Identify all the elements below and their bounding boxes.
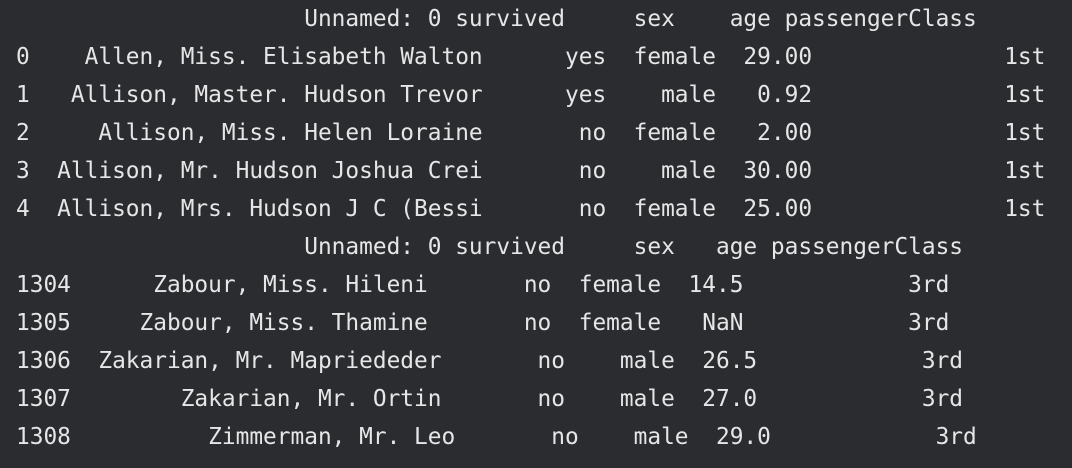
terminal-output: Unnamed: 0 survived sex age passengerCla…: [0, 0, 1072, 468]
dataframe-head-output: Unnamed: 0 survived sex age passengerCla…: [16, 0, 1045, 228]
dataframe-row: 1307 Zakarian, Mr. Ortin no male 27.0 3r…: [16, 386, 964, 412]
dataframe-row: 4 Allison, Mrs. Hudson J C (Bessi no fem…: [16, 196, 1046, 222]
dataframe-header: Unnamed: 0 survived sex age passengerCla…: [16, 234, 964, 260]
dataframe-header: Unnamed: 0 survived sex age passengerCla…: [16, 6, 977, 32]
dataframe-row: 1 Allison, Master. Hudson Trevor yes mal…: [16, 82, 1046, 108]
dataframe-row: 1304 Zabour, Miss. Hileni no female 14.5…: [16, 272, 950, 298]
dataframe-row: 1305 Zabour, Miss. Thamine no female NaN…: [16, 310, 950, 336]
dataframe-tail-output: Unnamed: 0 survived sex age passengerCla…: [16, 228, 977, 456]
dataframe-row: 0 Allen, Miss. Elisabeth Walton yes fema…: [16, 44, 1046, 70]
dataframe-row: 1306 Zakarian, Mr. Mapriededer no male 2…: [16, 348, 964, 374]
dataframe-row: 2 Allison, Miss. Helen Loraine no female…: [16, 120, 1046, 146]
dataframe-row: 3 Allison, Mr. Hudson Joshua Crei no mal…: [16, 158, 1046, 184]
dataframe-row: 1308 Zimmerman, Mr. Leo no male 29.0 3rd: [16, 424, 977, 450]
